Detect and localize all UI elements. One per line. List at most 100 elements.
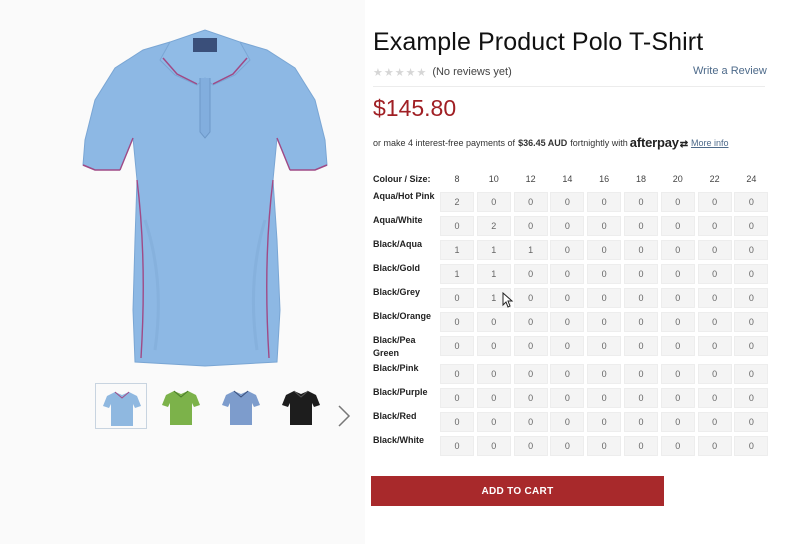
quantity-input[interactable]: 0 xyxy=(513,288,548,308)
thumbnail-green[interactable] xyxy=(155,383,207,429)
quantity-input[interactable]: 0 xyxy=(550,364,585,384)
quantity-input[interactable]: 0 xyxy=(734,312,769,332)
quantity-input[interactable]: 0 xyxy=(697,240,732,260)
quantity-input[interactable]: 0 xyxy=(734,364,769,384)
thumbnail-blue-grey[interactable] xyxy=(215,383,267,429)
quantity-input[interactable]: 0 xyxy=(513,412,548,432)
quantity-input[interactable]: 0 xyxy=(734,436,769,456)
quantity-input[interactable]: 1 xyxy=(440,240,474,260)
quantity-input[interactable]: 0 xyxy=(587,412,622,432)
quantity-input[interactable]: 0 xyxy=(476,192,511,212)
quantity-input[interactable]: 2 xyxy=(476,216,511,236)
quantity-input[interactable]: 0 xyxy=(660,240,695,260)
quantity-input[interactable]: 0 xyxy=(660,312,695,332)
quantity-input[interactable]: 0 xyxy=(697,412,732,432)
quantity-input[interactable]: 0 xyxy=(587,436,622,456)
quantity-input[interactable]: 0 xyxy=(440,216,474,236)
quantity-input[interactable]: 0 xyxy=(624,388,658,408)
quantity-input[interactable]: 0 xyxy=(734,216,769,236)
quantity-input[interactable]: 0 xyxy=(587,264,622,284)
quantity-input[interactable]: 0 xyxy=(624,216,658,236)
quantity-input[interactable]: 0 xyxy=(624,364,658,384)
quantity-input[interactable]: 2 xyxy=(440,192,474,212)
quantity-input[interactable]: 0 xyxy=(660,436,695,456)
thumbnail-aqua-hot-pink[interactable] xyxy=(95,383,147,429)
quantity-input[interactable]: 0 xyxy=(734,192,769,212)
quantity-input[interactable]: 0 xyxy=(624,192,658,212)
quantity-input[interactable]: 0 xyxy=(587,288,622,308)
quantity-input[interactable]: 0 xyxy=(697,216,732,236)
quantity-input[interactable]: 0 xyxy=(697,264,732,284)
quantity-input[interactable]: 0 xyxy=(697,336,732,356)
quantity-input[interactable]: 0 xyxy=(660,336,695,356)
quantity-input[interactable]: 0 xyxy=(476,436,511,456)
quantity-input[interactable]: 0 xyxy=(513,336,548,356)
quantity-input[interactable]: 0 xyxy=(624,264,658,284)
quantity-input[interactable]: 0 xyxy=(550,240,585,260)
quantity-input[interactable]: 0 xyxy=(587,192,622,212)
quantity-input[interactable]: 0 xyxy=(624,312,658,332)
quantity-input[interactable]: 0 xyxy=(697,436,732,456)
quantity-input[interactable]: 0 xyxy=(550,216,585,236)
quantity-input[interactable]: 0 xyxy=(587,364,622,384)
quantity-input[interactable]: 0 xyxy=(513,312,548,332)
quantity-input[interactable]: 0 xyxy=(587,312,622,332)
quantity-input[interactable]: 0 xyxy=(697,192,732,212)
quantity-input[interactable]: 0 xyxy=(513,388,548,408)
quantity-input[interactable]: 0 xyxy=(697,388,732,408)
quantity-input[interactable]: 0 xyxy=(697,364,732,384)
quantity-input[interactable]: 0 xyxy=(660,364,695,384)
quantity-input[interactable]: 0 xyxy=(550,336,585,356)
quantity-input[interactable]: 0 xyxy=(660,412,695,432)
quantity-input[interactable]: 0 xyxy=(660,288,695,308)
quantity-input[interactable]: 0 xyxy=(513,436,548,456)
quantity-input[interactable]: 0 xyxy=(550,288,585,308)
quantity-input[interactable]: 0 xyxy=(697,312,732,332)
quantity-input[interactable]: 0 xyxy=(513,216,548,236)
quantity-input[interactable]: 0 xyxy=(624,336,658,356)
quantity-input[interactable]: 0 xyxy=(660,192,695,212)
add-to-cart-button[interactable]: ADD TO CART xyxy=(371,476,664,506)
quantity-input[interactable]: 0 xyxy=(476,412,511,432)
quantity-input[interactable]: 0 xyxy=(550,192,585,212)
quantity-input[interactable]: 0 xyxy=(476,364,511,384)
quantity-input[interactable]: 0 xyxy=(550,264,585,284)
quantity-input[interactable]: 0 xyxy=(624,240,658,260)
afterpay-more-info-link[interactable]: More info xyxy=(691,138,729,148)
quantity-input[interactable]: 0 xyxy=(550,412,585,432)
quantity-input[interactable]: 1 xyxy=(476,264,511,284)
quantity-input[interactable]: 0 xyxy=(734,412,769,432)
quantity-input[interactable]: 0 xyxy=(660,264,695,284)
quantity-input[interactable]: 0 xyxy=(440,336,474,356)
write-review-link[interactable]: Write a Review xyxy=(693,65,767,77)
quantity-input[interactable]: 0 xyxy=(440,436,474,456)
quantity-input[interactable]: 0 xyxy=(513,364,548,384)
quantity-input[interactable]: 0 xyxy=(476,312,511,332)
quantity-input[interactable]: 0 xyxy=(550,436,585,456)
quantity-input[interactable]: 0 xyxy=(734,264,769,284)
quantity-input[interactable]: 0 xyxy=(587,240,622,260)
quantity-input[interactable]: 0 xyxy=(660,388,695,408)
quantity-input[interactable]: 0 xyxy=(513,192,548,212)
quantity-input[interactable]: 0 xyxy=(476,388,511,408)
chevron-right-icon[interactable] xyxy=(335,402,353,430)
quantity-input[interactable]: 1 xyxy=(476,240,511,260)
quantity-input[interactable]: 0 xyxy=(660,216,695,236)
quantity-input[interactable]: 0 xyxy=(550,388,585,408)
quantity-input[interactable]: 0 xyxy=(624,412,658,432)
quantity-input[interactable]: 0 xyxy=(476,336,511,356)
quantity-input[interactable]: 0 xyxy=(624,288,658,308)
quantity-input[interactable]: 1 xyxy=(440,264,474,284)
thumbnail-black[interactable] xyxy=(275,383,327,429)
quantity-input[interactable]: 0 xyxy=(440,288,474,308)
quantity-input[interactable]: 0 xyxy=(587,216,622,236)
quantity-input[interactable]: 0 xyxy=(734,388,769,408)
quantity-input[interactable]: 0 xyxy=(624,436,658,456)
quantity-input[interactable]: 0 xyxy=(440,312,474,332)
quantity-input[interactable]: 0 xyxy=(734,240,769,260)
quantity-input[interactable]: 0 xyxy=(587,336,622,356)
quantity-input[interactable]: 0 xyxy=(587,388,622,408)
quantity-input[interactable]: 0 xyxy=(550,312,585,332)
quantity-input[interactable]: 0 xyxy=(440,364,474,384)
quantity-input[interactable]: 0 xyxy=(440,412,474,432)
